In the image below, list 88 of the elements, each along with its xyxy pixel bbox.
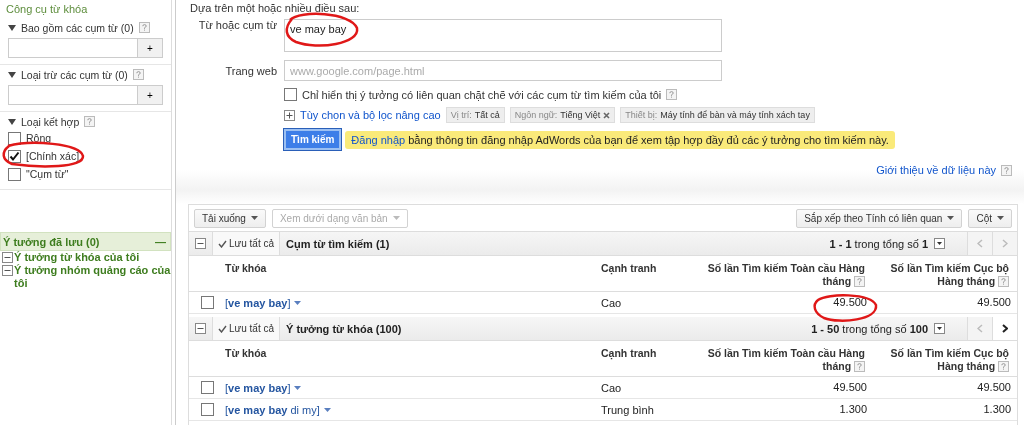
triangle-down-icon[interactable] — [8, 24, 16, 31]
keyword-link[interactable]: [ve may bay di my] — [225, 403, 320, 416]
triangle-down-icon[interactable] — [8, 118, 16, 125]
checkbox[interactable] — [200, 296, 214, 309]
sort-button[interactable]: Sắp xếp theo Tính có liên quan — [796, 208, 963, 228]
field-label: Từ hoặc cụm từ — [197, 19, 278, 31]
section-title: Cụm từ tìm kiếm (1) — [286, 237, 390, 250]
column-header: Số lần Tìm kiếm Toàn cầu Hàng tháng — [706, 261, 866, 288]
search-volume-value: 1.300 — [983, 403, 1011, 415]
checkmark-icon — [218, 239, 227, 248]
saved-ideas-title: Ý tưởng đã lưu (0) — [3, 235, 100, 248]
chevron-left-icon — [977, 239, 983, 248]
saved-idea-link[interactable]: Ý tưởng nhóm quảng cáo của tôi — [14, 264, 171, 290]
saved-idea-link[interactable]: Ý tưởng từ khóa của tôi — [14, 251, 140, 264]
keyword-field[interactable]: ve may bay — [284, 19, 722, 52]
plus-box-icon[interactable] — [284, 109, 295, 121]
dropdown-icon[interactable] — [934, 323, 945, 334]
dropdown-icon[interactable] — [934, 238, 945, 249]
chevron-right-icon — [1002, 324, 1008, 333]
field-label: Trang web — [224, 64, 278, 77]
advanced-options-link[interactable]: Tùy chọn và bộ lọc nâng cao — [300, 109, 441, 121]
checked-checkbox[interactable] — [8, 149, 21, 163]
sign-in-link[interactable]: Đăng nhập — [351, 133, 406, 146]
page-range: 1 - 1 trong tổng số 1 — [829, 237, 928, 250]
column-header: Cạnh tranh — [601, 261, 658, 274]
checkbox[interactable] — [284, 88, 297, 101]
filter-chip[interactable]: Ngôn ngữ: Tiếng Việt — [509, 107, 616, 123]
dropdown-arrow-icon[interactable] — [323, 407, 331, 412]
search-button[interactable]: Tìm kiếm — [284, 129, 342, 150]
column-header: Từ khóa — [225, 261, 268, 274]
collapse-button[interactable]: — — [155, 235, 166, 248]
checkbox[interactable] — [200, 381, 214, 394]
competition-cell-text: Trung bình — [601, 403, 655, 416]
filter-chip[interactable]: Thiết bị: Máy tính để bàn và máy tính xách tay — [620, 107, 815, 123]
add-button[interactable]: + — [138, 38, 163, 58]
dropdown-arrow-icon[interactable] — [250, 216, 258, 220]
minus-box-icon[interactable] — [2, 252, 13, 263]
dropdown-arrow-icon[interactable] — [947, 216, 955, 220]
save-all-button[interactable]: Lưu tất cả — [212, 317, 281, 340]
page-range: 1 - 50 trong tổng số 100 — [811, 322, 928, 335]
triangle-down-icon[interactable] — [8, 71, 16, 78]
column-header: Cạnh tranh — [601, 346, 658, 359]
chevron-right-icon — [1002, 239, 1008, 248]
save-all-button[interactable]: Lưu tất cả — [212, 232, 281, 255]
dropdown-arrow-icon[interactable] — [997, 216, 1004, 220]
website-field[interactable]: www.google.com/page.html — [284, 60, 722, 81]
column-header: Số lần Tìm kiếm Toàn cầu Hàng tháng — [706, 346, 866, 373]
search-volume-value: 49.500 — [977, 296, 1011, 308]
collapse-box-icon[interactable] — [195, 238, 206, 249]
collapse-box-icon[interactable] — [195, 323, 206, 334]
search-volume-value: 49.500 — [833, 296, 867, 308]
phrase-input-field[interactable] — [8, 38, 138, 58]
checkbox[interactable] — [200, 403, 214, 416]
remove-icon[interactable] — [603, 111, 611, 119]
competition-cell-text: Cao — [601, 296, 623, 309]
download-button[interactable]: Tải xuống — [194, 208, 266, 228]
phrase-input-field[interactable] — [8, 85, 138, 105]
column-header: Số lần Tìm kiếm Cục bộ Hàng tháng — [889, 346, 1010, 373]
keyword-link[interactable]: [ve may bay] — [225, 296, 291, 309]
filter-label: Loại kết hợp — [21, 115, 80, 128]
checkbox[interactable] — [8, 131, 21, 145]
dropdown-arrow-icon[interactable] — [294, 385, 302, 390]
checkmark-icon — [218, 324, 227, 333]
filter-chip[interactable]: Vị trí: Tất cả — [445, 107, 505, 123]
columns-button[interactable]: Cột — [968, 208, 1012, 228]
filter-label: Bao gồm các cụm từ (0) — [21, 21, 134, 34]
column-header: Từ khóa — [225, 346, 268, 359]
column-header: Số lần Tìm kiếm Cục bộ Hàng tháng — [889, 261, 1010, 288]
search-volume-value: 1.300 — [839, 403, 867, 415]
match-type-label: "Cụm từ" — [26, 168, 69, 180]
sidebar-title: Công cụ từ khóa — [5, 2, 89, 17]
checkbox[interactable] — [8, 167, 21, 181]
intro-text: Dựa trên một hoặc nhiều điều sau: — [190, 2, 361, 16]
option-label: Chỉ hiển thị ý tưởng có liên quan chặt chẽ với các cụm từ tìm kiếm của tôi — [302, 88, 662, 101]
competition-cell-text: Cao — [601, 381, 623, 394]
section-title: Ý tưởng từ khóa (100) — [286, 322, 402, 335]
filter-label: Loại trừ các cụm từ (0) — [21, 68, 128, 81]
add-button[interactable]: + — [138, 85, 163, 105]
about-data-link[interactable]: Giới thiệu về dữ liệu này — [876, 164, 996, 176]
search-volume-value: 49.500 — [977, 381, 1011, 393]
sign-in-notice: Đăng nhập bằng thông tin đăng nhập AdWords của bạn để xem tập hợp đầy đủ các ý tưởng cho tìm kiếm này. — [345, 130, 895, 149]
keyword-link[interactable]: [ve may bay] — [225, 381, 291, 394]
dropdown-arrow-icon[interactable] — [294, 300, 302, 305]
match-type-label: [Chính xác] — [26, 150, 80, 162]
search-volume-value: 49.500 — [833, 381, 867, 393]
minus-box-icon[interactable] — [2, 265, 13, 276]
next-page-button[interactable] — [992, 317, 1017, 340]
chevron-left-icon — [977, 324, 983, 333]
